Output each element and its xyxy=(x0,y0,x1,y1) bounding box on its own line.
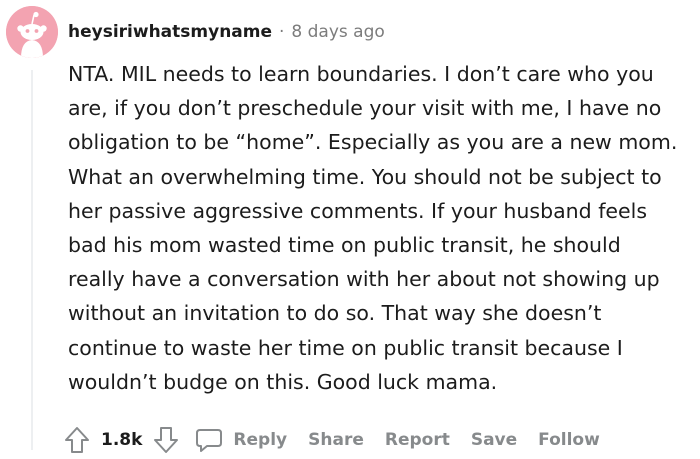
report-button[interactable]: Report xyxy=(385,430,450,450)
comment-line: really have a conversation with her abou… xyxy=(68,267,660,292)
comment-line: NTA. MIL needs to learn boundaries. I do… xyxy=(68,62,654,86)
vote-score: 1.8k xyxy=(101,430,143,450)
save-button[interactable]: Save xyxy=(471,430,517,450)
comment-line: bad his mom wasted time on public transi… xyxy=(68,233,621,258)
snoo-avatar-icon xyxy=(6,6,58,58)
avatar[interactable] xyxy=(6,6,58,58)
separator-dot: · xyxy=(279,22,285,42)
comment-line: continue to waste her time on public tra… xyxy=(68,335,623,360)
reply-button[interactable]: Reply xyxy=(195,426,287,454)
comment-header: heysiriwhatsmyname · 8 days ago xyxy=(68,18,385,46)
downvote-arrow-icon[interactable] xyxy=(151,425,181,455)
comment-actions: 1.8k Reply Share Report Save Follow xyxy=(62,422,600,458)
share-button[interactable]: Share xyxy=(308,430,364,450)
timestamp[interactable]: 8 days ago xyxy=(291,22,384,42)
upvote-arrow-icon[interactable] xyxy=(62,425,92,455)
comment-line: obligation to be “home”. Especially as y… xyxy=(68,130,678,155)
comment-line: What an overwhelming time. You should no… xyxy=(68,164,662,189)
comment-line: wouldn’t budge on this. Good luck mama. xyxy=(68,369,498,394)
comment-line: without an invitation to do so. That way… xyxy=(68,301,602,326)
speech-bubble-icon xyxy=(196,429,223,452)
comment-line: her passive aggressive comments. If your… xyxy=(68,198,648,223)
comment-body: NTA. MIL needs to learn boundaries. I do… xyxy=(68,57,698,399)
follow-button[interactable]: Follow xyxy=(538,430,600,450)
comment-line: are, if you don’t preschedule your visit… xyxy=(68,96,662,121)
reply-label: Reply xyxy=(233,430,288,450)
username[interactable]: heysiriwhatsmyname xyxy=(68,22,272,42)
thread-line[interactable] xyxy=(31,70,33,450)
